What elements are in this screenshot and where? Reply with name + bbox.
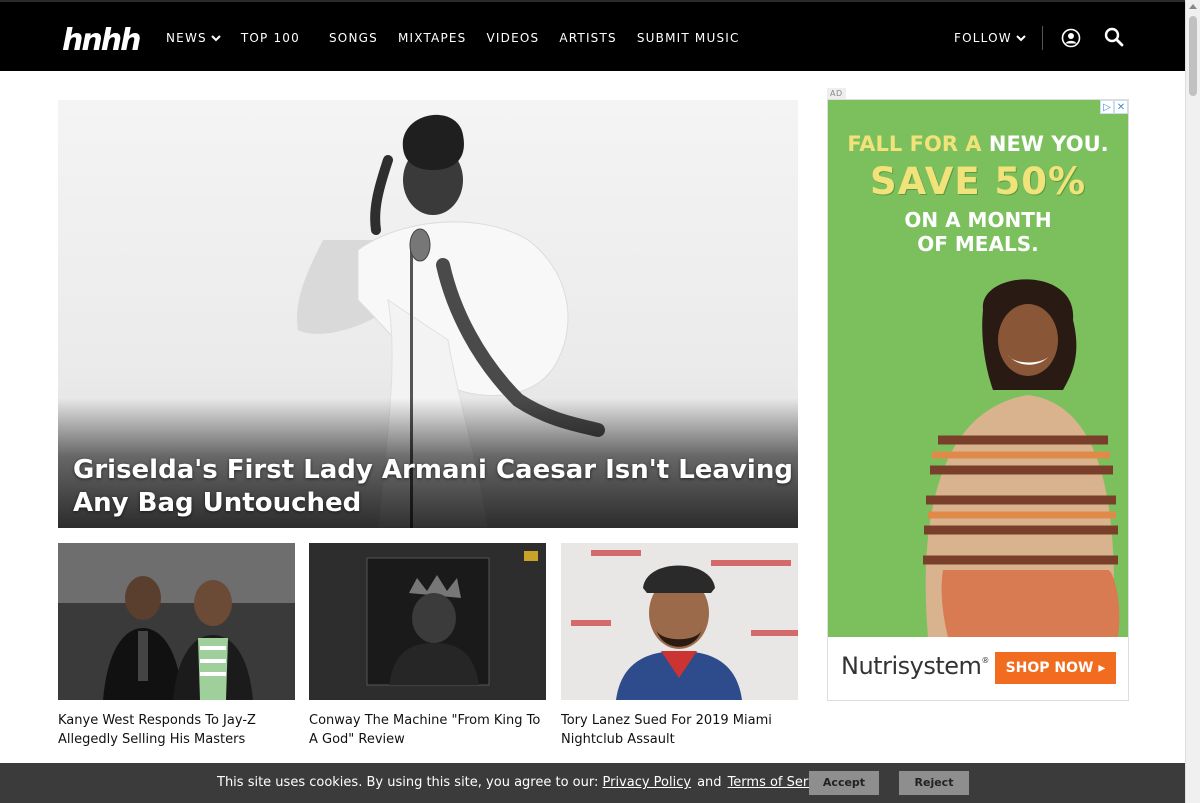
top-navigation-bar: hnhh NEWS TOP 100 SONGS MIXTAPES VIDEOS … <box>0 0 1185 71</box>
cookie-consent-bar: This site uses cookies. By using this si… <box>0 763 1185 803</box>
cookie-message: This site uses cookies. By using this si… <box>217 775 839 790</box>
ad-discount: SAVE 50% <box>869 160 1087 203</box>
article-title[interactable]: Conway The Machine "From King To A God" … <box>309 711 546 749</box>
article-title[interactable]: Kanye West Responds To Jay-Z Allegedly S… <box>58 711 295 749</box>
ad-footer: Nutrisystem® SHOP NOW ▸ <box>828 637 1128 700</box>
ad-subhead-line-1: ON A MONTH <box>904 208 1052 232</box>
nav-submit-music[interactable]: SUBMIT MUSIC <box>637 31 740 45</box>
close-icon[interactable]: ✕ <box>1114 100 1128 114</box>
article-thumbnail[interactable] <box>58 543 295 700</box>
ad-choices-badge[interactable]: ▷ ✕ <box>1100 100 1128 114</box>
reject-cookies-button[interactable]: Reject <box>899 771 969 795</box>
ad-subhead: ON A MONTH OF MEALS. <box>828 208 1128 256</box>
cookie-text: This site uses cookies. By using this si… <box>217 775 599 790</box>
article-image <box>58 543 295 700</box>
ad-creative[interactable]: ▷ ✕ FALL FOR A NEW YOU. SAVE 50% ON A MO… <box>828 100 1128 637</box>
nav-artists[interactable]: ARTISTS <box>559 31 617 45</box>
ad-subhead-line-2: OF MEALS. <box>917 232 1039 256</box>
article-thumbnail[interactable] <box>309 543 546 700</box>
cookie-and: and <box>697 775 722 790</box>
scroll-thumb[interactable] <box>1189 16 1197 96</box>
chevron-down-icon <box>1016 34 1026 41</box>
search-icon[interactable] <box>1104 27 1124 47</box>
article-title[interactable]: Tory Lanez Sued For 2019 Miami Nightclub… <box>561 711 798 749</box>
article-card[interactable]: Kanye West Responds To Jay-Z Allegedly S… <box>58 543 295 749</box>
ad-headline-part-2: NEW YOU. <box>988 132 1109 156</box>
follow-label: FOLLOW <box>954 30 1012 45</box>
nav-top-100[interactable]: TOP 100 <box>241 31 300 45</box>
chevron-down-icon <box>211 34 221 41</box>
main-nav: NEWS TOP 100 SONGS MIXTAPES VIDEOS ARTIS… <box>166 2 760 73</box>
ad-brand-name: Nutrisystem <box>841 652 982 680</box>
nav-videos[interactable]: VIDEOS <box>487 31 540 45</box>
header-divider <box>1042 26 1043 50</box>
ad-headline-part-1: FALL FOR A <box>847 132 989 156</box>
nav-songs[interactable]: SONGS <box>329 31 378 45</box>
nav-news[interactable]: NEWS <box>166 31 221 45</box>
article-image <box>309 543 546 700</box>
article-thumbnail[interactable] <box>561 543 798 700</box>
scroll-up-arrow[interactable] <box>1189 4 1197 9</box>
nav-mixtapes[interactable]: MIXTAPES <box>398 31 467 45</box>
user-account-icon[interactable] <box>1061 28 1081 48</box>
registered-mark: ® <box>981 656 989 665</box>
article-image <box>561 543 798 700</box>
ad-brand-logo: Nutrisystem® <box>841 652 989 680</box>
nav-news-label: NEWS <box>166 30 207 45</box>
advertisement[interactable]: ▷ ✕ FALL FOR A NEW YOU. SAVE 50% ON A MO… <box>827 99 1129 701</box>
article-card[interactable]: Tory Lanez Sued For 2019 Miami Nightclub… <box>561 543 798 749</box>
site-logo[interactable]: hnhh <box>62 24 141 58</box>
follow-menu[interactable]: FOLLOW <box>954 2 1026 73</box>
privacy-policy-link[interactable]: Privacy Policy <box>602 775 691 790</box>
ad-model-image <box>923 279 1120 637</box>
ad-choices-icon[interactable]: ▷ <box>1100 100 1114 114</box>
ad-headline: FALL FOR A NEW YOU. <box>828 132 1128 156</box>
accept-cookies-button[interactable]: Accept <box>809 771 879 795</box>
page-scrollbar[interactable] <box>1185 0 1200 803</box>
article-card[interactable]: Conway The Machine "From King To A God" … <box>309 543 546 749</box>
shop-now-button[interactable]: SHOP NOW ▸ <box>995 652 1116 684</box>
ad-label: AD <box>827 88 846 99</box>
hero-title[interactable]: Griselda's First Lady Armani Caesar Isn'… <box>73 454 793 520</box>
hero-article[interactable]: Griselda's First Lady Armani Caesar Isn'… <box>58 100 798 528</box>
